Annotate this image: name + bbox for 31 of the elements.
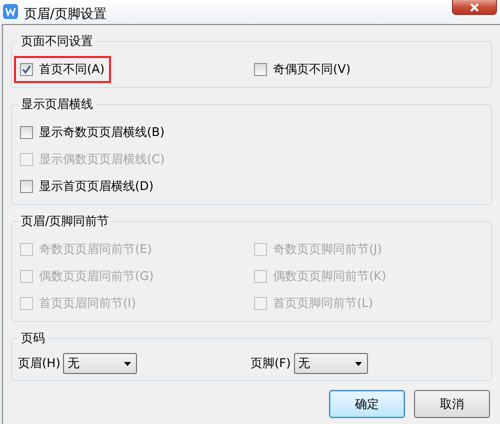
checkbox-label: 显示首页页眉横线(D)	[39, 178, 154, 195]
app-logo-icon	[3, 4, 18, 19]
checkbox-label: 首页不同(A)	[39, 61, 105, 78]
checkbox-label: 奇数页页脚同前节(J)	[273, 241, 382, 258]
checkbox[interactable]	[20, 63, 33, 76]
group-title: 显示页眉横线	[18, 96, 96, 113]
field-label: 页脚(F)	[250, 355, 291, 372]
window-title: 页眉/页脚设置	[24, 6, 106, 23]
checkbox[interactable]	[254, 63, 267, 76]
checkbox-label: 显示奇数页页眉横线(B)	[39, 124, 165, 141]
checkbox-label: 奇偶页不同(V)	[273, 61, 351, 78]
caret-icon	[124, 362, 132, 366]
checkbox-label: 首页页眉同前节(I)	[39, 295, 136, 312]
checkbox[interactable]	[20, 180, 33, 193]
group-title: 页眉/页脚同前节	[18, 213, 112, 230]
checkbox[interactable]	[20, 126, 33, 139]
close-button[interactable]	[452, 0, 497, 15]
checkbox-label: 偶数页页脚同前节(K)	[273, 268, 386, 285]
checkbox-label: 偶数页页眉同前节(G)	[39, 268, 154, 285]
caret-icon	[354, 362, 362, 366]
dropdown[interactable]: 无	[294, 353, 368, 374]
field-label: 页眉(H)	[18, 355, 60, 372]
group-title: 页码	[18, 330, 48, 347]
checkbox-label: 奇数页页眉同前节(E)	[39, 241, 152, 258]
checkbox-label: 显示偶数页页眉横线(C)	[39, 151, 165, 168]
close-icon	[469, 2, 480, 12]
dialog-button[interactable]: 取消	[414, 390, 490, 418]
checkbox-label: 首页页脚同前节(L)	[273, 295, 374, 312]
group-title: 页面不同设置	[18, 33, 96, 50]
dialog-button[interactable]: 确定	[329, 390, 405, 418]
dropdown[interactable]: 无	[63, 353, 138, 374]
